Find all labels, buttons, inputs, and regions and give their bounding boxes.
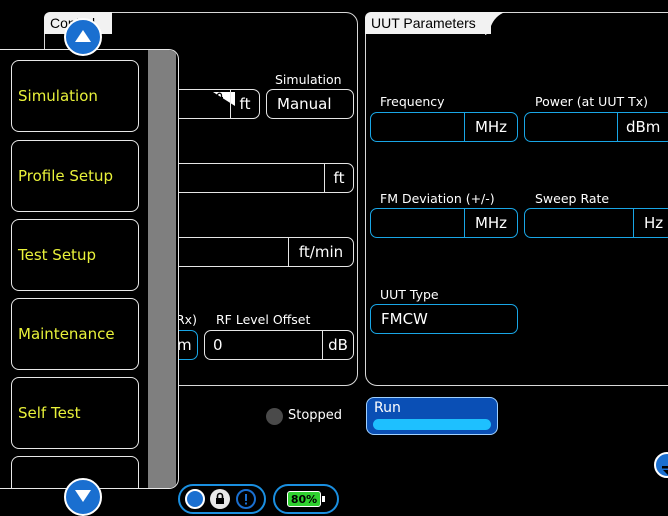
fm-deviation-field[interactable]: MHz (370, 208, 518, 238)
run-button[interactable]: Run (366, 397, 498, 435)
rate-field[interactable]: ft/min (160, 237, 354, 267)
uut-tab-label: UUT Parameters (371, 15, 476, 31)
uut-tab-header: UUT Parameters (365, 12, 491, 34)
battery-percent: 80% (290, 492, 318, 506)
status-text: Stopped (288, 408, 343, 423)
battery-indicator: 80% (273, 484, 339, 514)
battery-tip (322, 496, 325, 502)
rf-level-offset-unit: dB (322, 331, 353, 359)
power-label: Power (at UUT Tx) (535, 94, 648, 109)
rf-level-offset-value: 0 (213, 336, 223, 354)
control-field-2[interactable]: ft (160, 163, 354, 193)
uut-tab-corner (485, 12, 505, 35)
power-field[interactable]: dBm (524, 112, 668, 142)
uut-type-dropdown[interactable]: FMCW (370, 304, 518, 334)
rf-level-offset-field[interactable]: 0 dB (204, 330, 354, 360)
rx-unit-fragment: m (177, 336, 192, 354)
fm-deviation-unit: MHz (464, 209, 517, 237)
mode-toggle-group[interactable] (178, 484, 266, 514)
frequency-label: Frequency (380, 94, 445, 109)
menu-item-label: Simulation (18, 87, 98, 105)
side-menu: Simulation Profile Setup Test Setup Main… (0, 49, 179, 489)
chevron-down-icon (662, 461, 668, 480)
control-field-2-unit: ft (324, 164, 353, 192)
uut-type-label: UUT Type (380, 287, 439, 302)
status-indicator (266, 408, 283, 425)
local-mode-indicator (185, 489, 205, 509)
rf-level-offset-label: RF Level Offset (216, 312, 311, 327)
uut-type-value: FMCW (381, 310, 428, 328)
menu-item-simulation[interactable]: Simulation (11, 60, 139, 132)
altitude-unit: ft (230, 90, 259, 118)
sweep-rate-field[interactable]: Hz (524, 208, 668, 238)
run-button-label: Run (374, 400, 401, 416)
sweep-rate-label: Sweep Rate (535, 191, 610, 206)
simulation-label: Simulation (275, 72, 342, 87)
simulation-dropdown[interactable]: Manual (266, 89, 354, 119)
menu-scrollbar[interactable] (148, 50, 176, 488)
menu-item-profile-setup[interactable]: Profile Setup (11, 140, 139, 212)
menu-item-label: Test Setup (18, 246, 96, 264)
rate-unit: ft/min (288, 238, 353, 266)
rx-label-fragment: Rx) (176, 312, 197, 327)
frequency-field[interactable]: MHz (370, 112, 518, 142)
simulation-value: Manual (277, 95, 332, 113)
menu-item-label: Self Test (18, 404, 81, 422)
battery-level: 80% (287, 491, 321, 507)
alert-icon (236, 489, 256, 509)
scroll-down-button-right[interactable] (654, 452, 668, 478)
menu-scroll-down-button[interactable] (64, 478, 102, 516)
power-unit: dBm (617, 113, 668, 141)
menu-item-self-test[interactable]: Self Test (11, 377, 139, 449)
menu-item-label: Profile Setup (18, 167, 114, 185)
menu-item-test-setup[interactable]: Test Setup (11, 219, 139, 291)
run-progress-bar (373, 419, 491, 430)
triangle-down-icon (74, 488, 92, 507)
lock-icon-status (210, 489, 230, 509)
triangle-up-icon (74, 28, 92, 47)
sweep-rate-unit: Hz (633, 209, 668, 237)
menu-item-label: Maintenance (18, 325, 115, 343)
menu-scroll-up-button[interactable] (64, 18, 102, 56)
fm-deviation-label: FM Deviation (+/-) (380, 191, 495, 206)
frequency-unit: MHz (464, 113, 517, 141)
menu-item-maintenance[interactable]: Maintenance (11, 298, 139, 370)
